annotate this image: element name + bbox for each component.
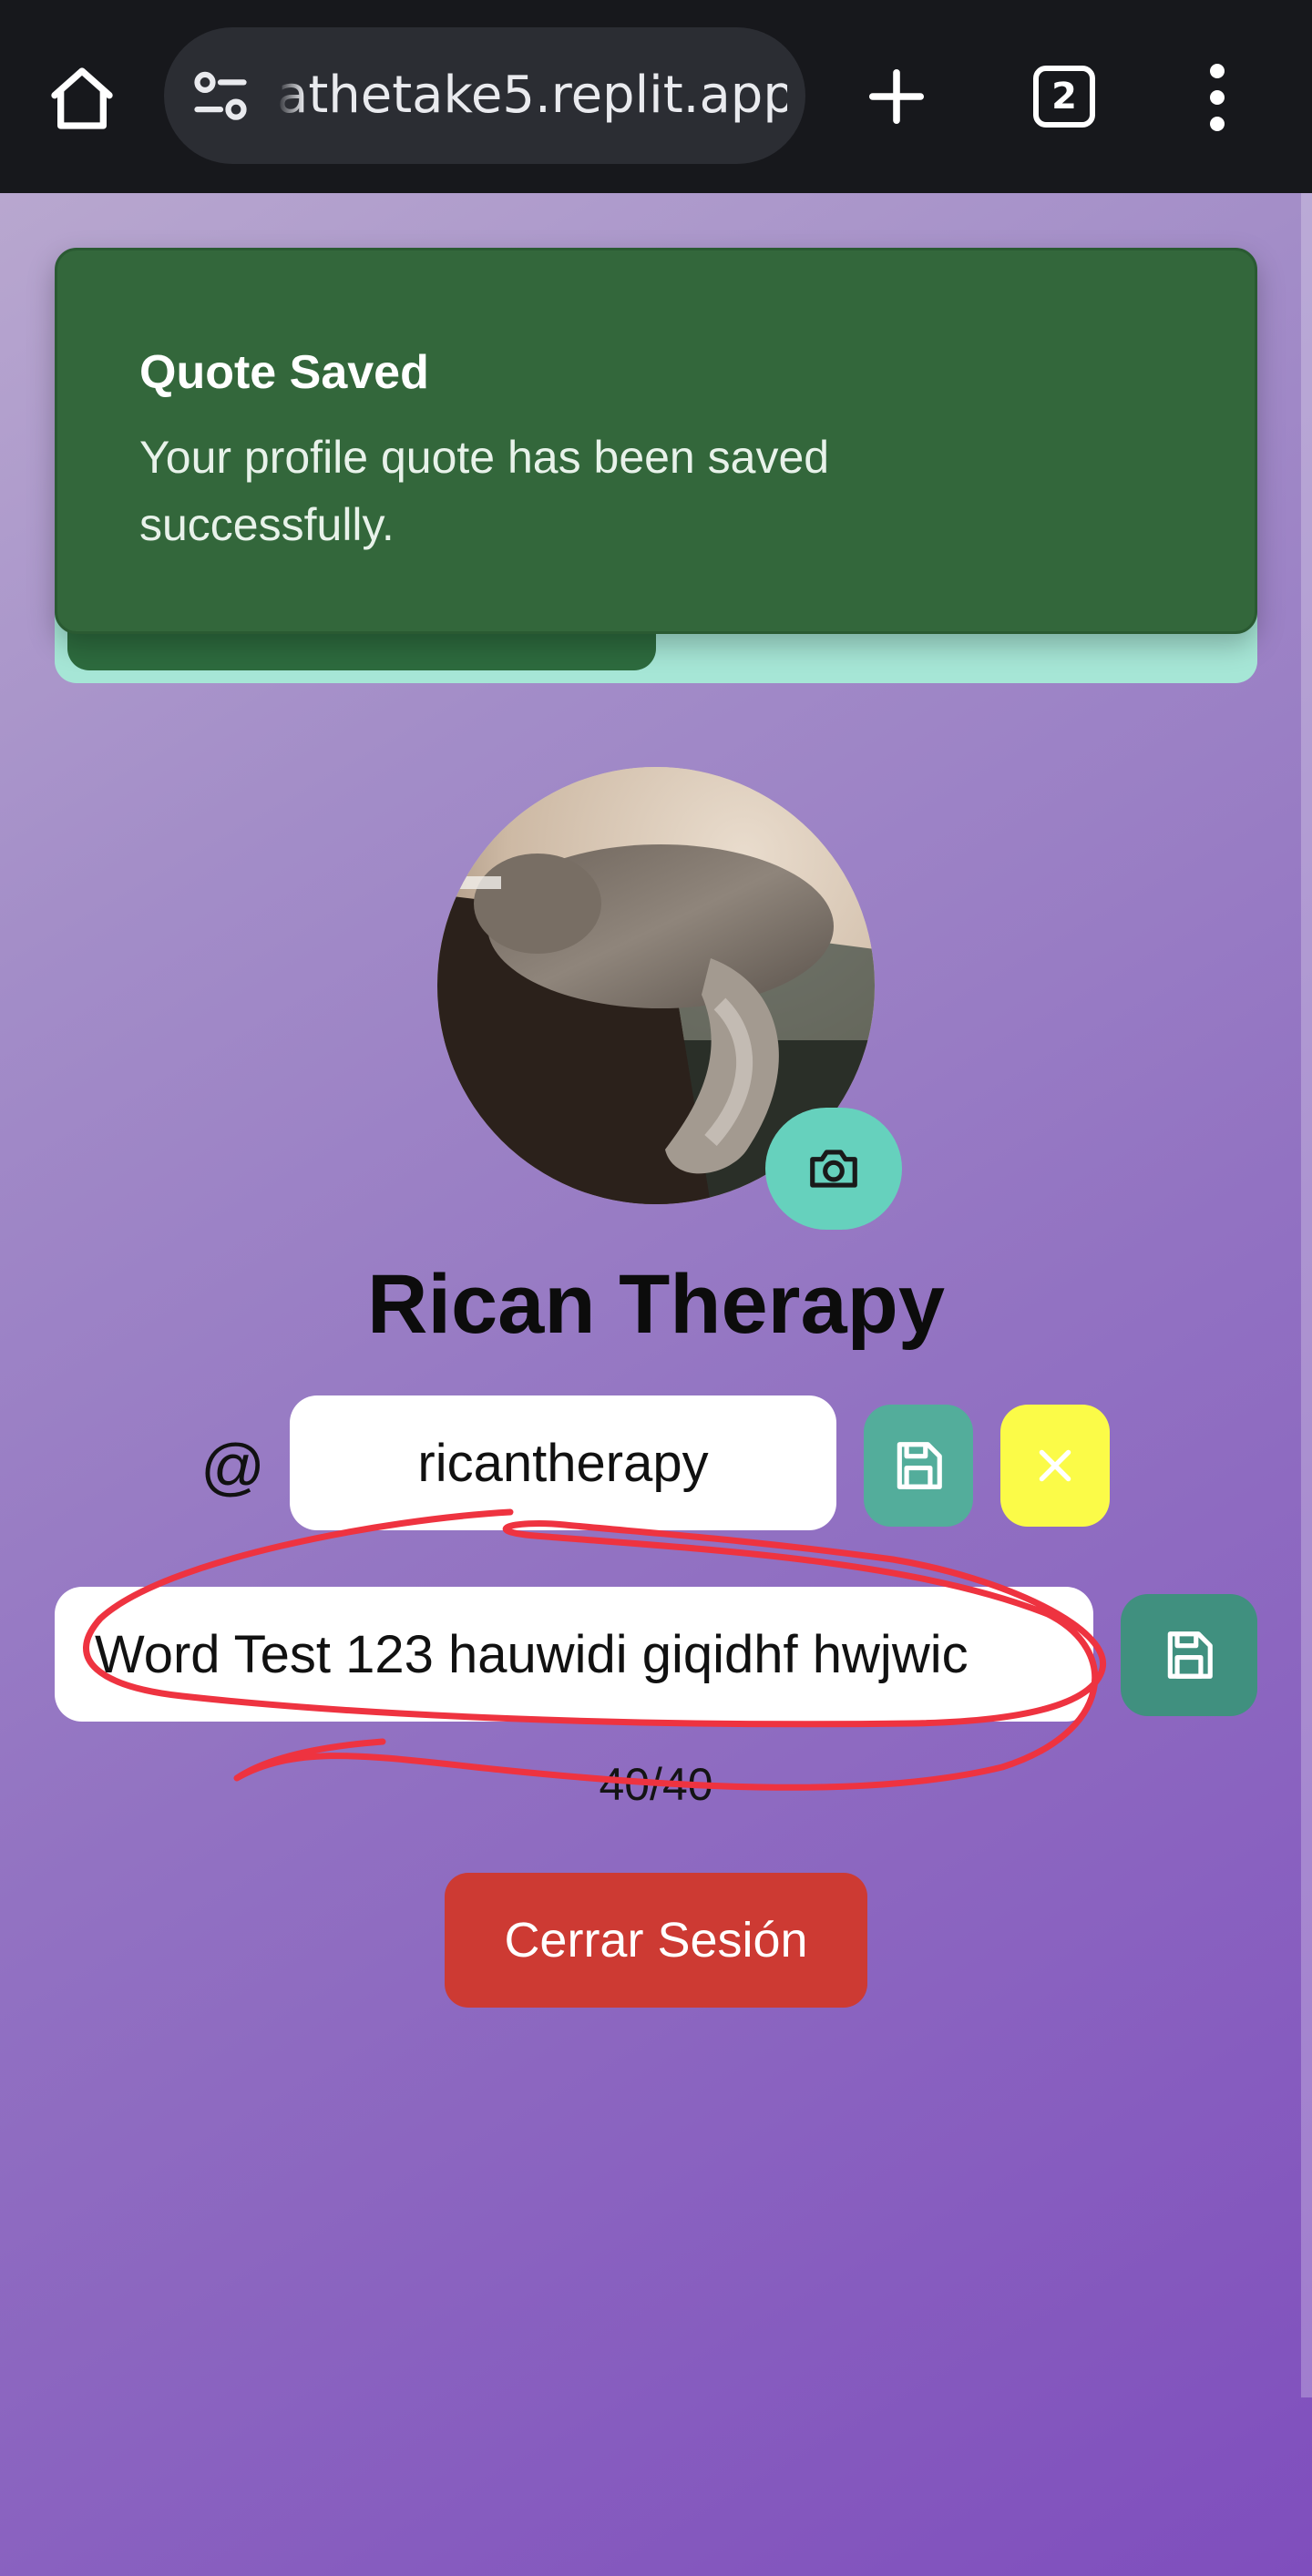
- toast-notification[interactable]: Quote Saved Your profile quote has been …: [55, 248, 1257, 634]
- logout-button[interactable]: Cerrar Sesión: [445, 1873, 867, 2008]
- at-sign: @: [200, 1431, 266, 1502]
- home-icon: [51, 67, 113, 129]
- address-bar[interactable]: athetake5.replit.app: [164, 27, 805, 164]
- tab-count: 2: [1051, 76, 1077, 118]
- quote-char-count: 40/40: [599, 1759, 713, 1810]
- home-button[interactable]: [44, 60, 120, 137]
- save-username-button[interactable]: [864, 1405, 973, 1527]
- tab-switcher-button[interactable]: 2: [1033, 66, 1095, 128]
- more-vert-icon[interactable]: [1199, 64, 1235, 131]
- username-input[interactable]: [290, 1395, 836, 1530]
- plus-icon: [868, 68, 925, 125]
- browser-toolbar: athetake5.replit.app 2: [0, 0, 1312, 193]
- save-quote-button[interactable]: [1121, 1594, 1257, 1716]
- change-photo-button[interactable]: [765, 1108, 902, 1230]
- site-settings-icon[interactable]: [190, 66, 251, 128]
- display-name: Rican Therapy: [367, 1258, 945, 1351]
- save-icon: [897, 1442, 942, 1489]
- profile-page: Quote Saved Your profile quote has been …: [0, 193, 1312, 2576]
- url-text: athetake5.replit.app: [277, 66, 787, 125]
- close-icon: [1039, 1449, 1071, 1482]
- camera-icon: [810, 1150, 857, 1188]
- save-icon: [1167, 1631, 1213, 1679]
- cancel-username-button[interactable]: [1000, 1405, 1110, 1527]
- quote-input[interactable]: [55, 1587, 1093, 1722]
- new-tab-button[interactable]: [860, 60, 933, 133]
- url-fade: [277, 27, 304, 164]
- toast-message: Your profile quote has been saved succes…: [139, 432, 830, 550]
- toast-title: Quote Saved: [139, 346, 429, 399]
